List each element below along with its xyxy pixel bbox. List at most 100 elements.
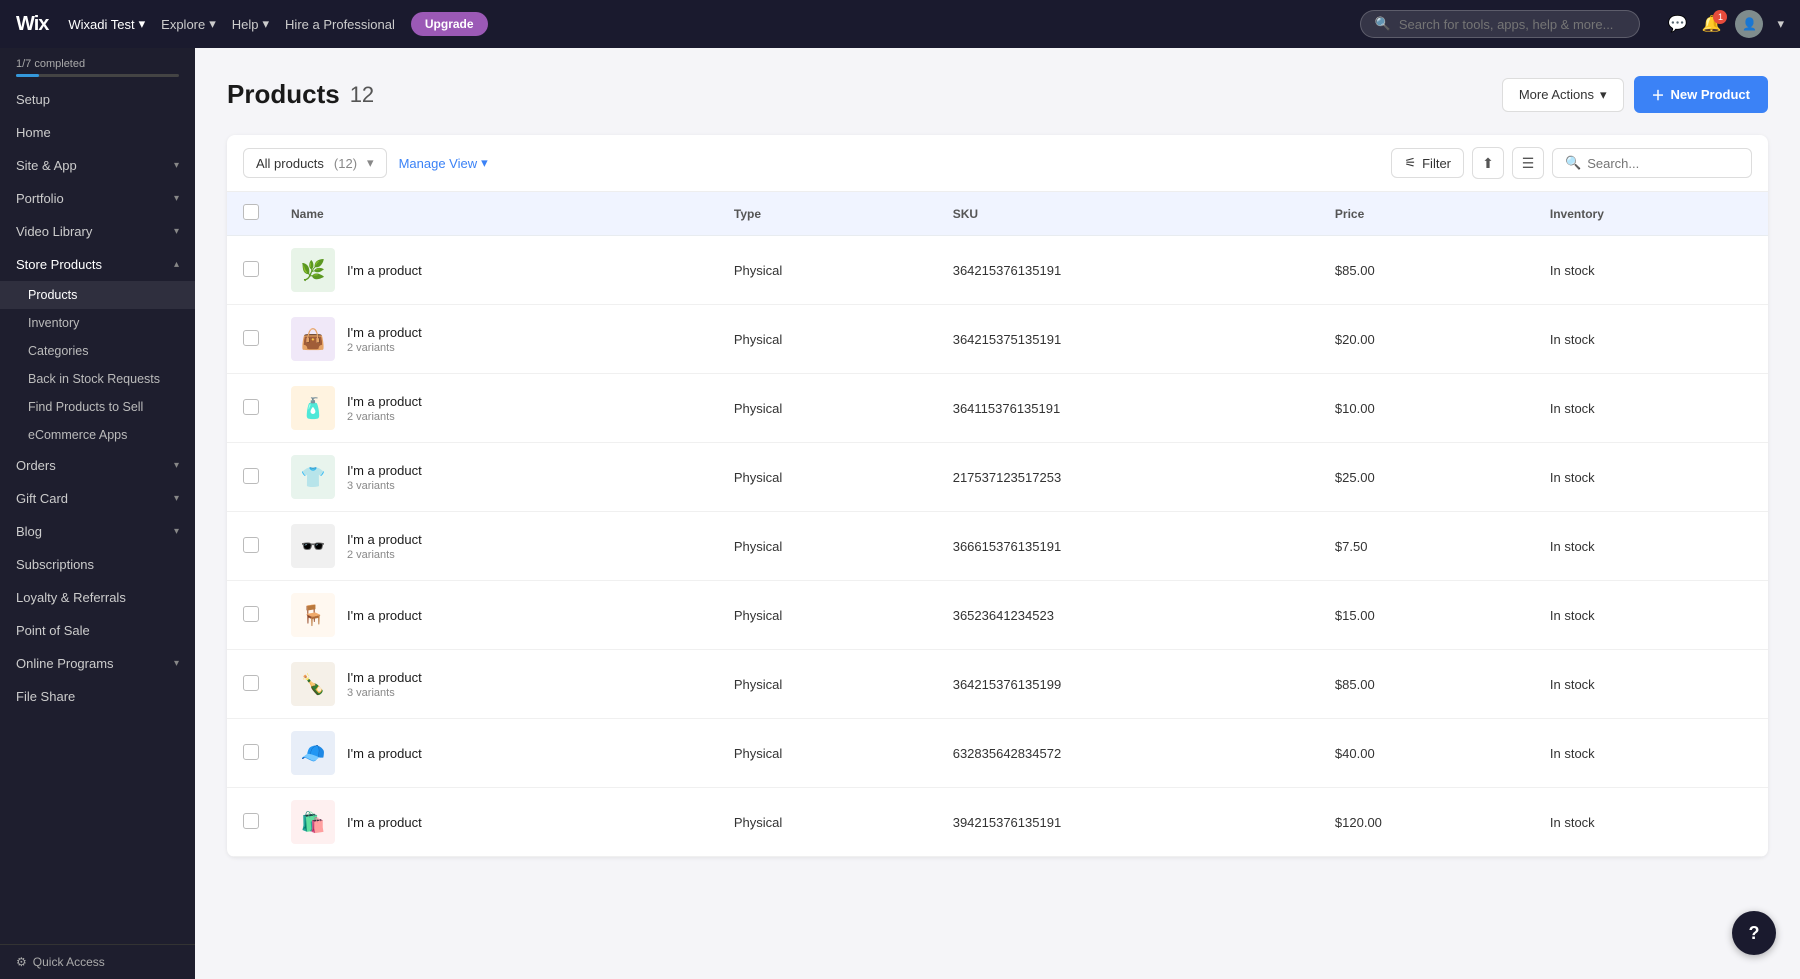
progress-bar-bg xyxy=(16,74,179,77)
sidebar-sub-item-back-in-stock[interactable]: Back in Stock Requests xyxy=(0,365,195,393)
columns-icon: ☰ xyxy=(1522,155,1535,172)
sidebar-item-subscriptions[interactable]: Subscriptions xyxy=(0,548,195,581)
sidebar-sub-item-find-products[interactable]: Find Products to Sell xyxy=(0,393,195,421)
progress-label: 1/7 completed xyxy=(16,58,85,70)
search-icon: 🔍 xyxy=(1565,155,1581,171)
row-inventory-cell: In stock xyxy=(1534,719,1768,788)
table-row[interactable]: 🛍️ I'm a product Physical 39421537613519… xyxy=(227,788,1768,857)
bell-icon-button[interactable]: 🔔 1 xyxy=(1702,14,1722,34)
table-row[interactable]: 👕 I'm a product 3 variants Physical 2175… xyxy=(227,443,1768,512)
chevron-down-icon: ▾ xyxy=(481,155,488,171)
sidebar-item-gift-card[interactable]: Gift Card ▾ xyxy=(0,482,195,515)
select-all-header xyxy=(227,192,275,236)
row-checkbox[interactable] xyxy=(243,675,259,691)
table-row[interactable]: 👜 I'm a product 2 variants Physical 3642… xyxy=(227,305,1768,374)
sidebar-item-online-programs[interactable]: Online Programs ▾ xyxy=(0,647,195,680)
product-image: 🧢 xyxy=(291,731,335,775)
sidebar-item-label: Blog xyxy=(16,524,42,539)
row-checkbox[interactable] xyxy=(243,744,259,760)
global-search-bar: 🔍 xyxy=(1360,10,1640,38)
product-image: 🪑 xyxy=(291,593,335,637)
progress-bar-fill xyxy=(16,74,39,77)
product-name: I'm a product xyxy=(347,263,422,278)
sidebar-item-point-of-sale[interactable]: Point of Sale xyxy=(0,614,195,647)
row-checkbox[interactable] xyxy=(243,537,259,553)
table-row[interactable]: 🌿 I'm a product Physical 364215376135191… xyxy=(227,236,1768,305)
row-price-cell: $85.00 xyxy=(1319,650,1534,719)
row-checkbox-cell xyxy=(227,650,275,719)
page-count-badge: 12 xyxy=(350,82,374,108)
product-cell: 👜 I'm a product 2 variants xyxy=(291,317,702,361)
explore-button[interactable]: Explore ▾ xyxy=(161,16,216,32)
filter-dropdown[interactable]: All products (12) ▾ xyxy=(243,148,387,178)
row-checkbox[interactable] xyxy=(243,813,259,829)
sidebar-item-loyalty-referrals[interactable]: Loyalty & Referrals xyxy=(0,581,195,614)
row-sku-cell: 364215376135191 xyxy=(937,236,1319,305)
table-search-input[interactable] xyxy=(1587,156,1739,171)
sidebar-sub-item-categories[interactable]: Categories xyxy=(0,337,195,365)
sidebar-item-video-library[interactable]: Video Library ▾ xyxy=(0,215,195,248)
help-button[interactable]: Help ▾ xyxy=(232,16,269,32)
explore-label: Explore xyxy=(161,17,205,32)
row-sku-cell: 364215376135199 xyxy=(937,650,1319,719)
row-checkbox-cell xyxy=(227,788,275,857)
row-type-cell: Physical xyxy=(718,719,937,788)
sidebar-item-portfolio[interactable]: Portfolio ▾ xyxy=(0,182,195,215)
table-row[interactable]: 🕶️ I'm a product 2 variants Physical 366… xyxy=(227,512,1768,581)
help-fab-button[interactable]: ? xyxy=(1732,911,1776,955)
table-row[interactable]: 🧢 I'm a product Physical 632835642834572… xyxy=(227,719,1768,788)
table-container: All products (12) ▾ Manage View ▾ ⚟ Filt… xyxy=(227,135,1768,857)
filter-button[interactable]: ⚟ Filter xyxy=(1391,148,1464,178)
row-price-cell: $120.00 xyxy=(1319,788,1534,857)
page-title: Products 12 xyxy=(227,79,374,110)
hire-professional-button[interactable]: Hire a Professional xyxy=(285,17,395,32)
avatar-button[interactable]: 👤 xyxy=(1735,10,1763,38)
table-row[interactable]: 🧴 I'm a product 2 variants Physical 3641… xyxy=(227,374,1768,443)
sidebar-sub-item-ecommerce-apps[interactable]: eCommerce Apps xyxy=(0,421,195,449)
sidebar-item-blog[interactable]: Blog ▾ xyxy=(0,515,195,548)
select-all-checkbox[interactable] xyxy=(243,204,259,220)
site-chevron-icon: ▾ xyxy=(139,16,146,32)
sidebar-item-home[interactable]: Home xyxy=(0,116,195,149)
sidebar-item-store-products[interactable]: Store Products ▴ xyxy=(0,248,195,281)
sidebar-sub-item-products[interactable]: Products xyxy=(0,281,195,309)
row-inventory-cell: In stock xyxy=(1534,374,1768,443)
row-inventory-cell: In stock xyxy=(1534,581,1768,650)
sidebar-item-label: Video Library xyxy=(16,224,92,239)
sidebar-item-orders[interactable]: Orders ▾ xyxy=(0,449,195,482)
row-price-cell: $85.00 xyxy=(1319,236,1534,305)
row-checkbox[interactable] xyxy=(243,606,259,622)
row-checkbox[interactable] xyxy=(243,330,259,346)
product-name: I'm a product xyxy=(347,463,422,478)
row-sku-cell: 394215376135191 xyxy=(937,788,1319,857)
export-button[interactable]: ⬆ xyxy=(1472,147,1504,179)
row-checkbox[interactable] xyxy=(243,261,259,277)
avatar-chevron-icon[interactable]: ▾ xyxy=(1777,16,1784,32)
product-name: I'm a product xyxy=(347,325,422,340)
top-nav: Wix Wixadi Test ▾ Explore ▾ Help ▾ Hire … xyxy=(0,0,1800,48)
new-product-button[interactable]: ＋ New Product xyxy=(1634,76,1768,113)
row-inventory-cell: In stock xyxy=(1534,305,1768,374)
row-checkbox[interactable] xyxy=(243,468,259,484)
sidebar-item-site-app[interactable]: Site & App ▾ xyxy=(0,149,195,182)
more-actions-button[interactable]: More Actions ▾ xyxy=(1502,78,1624,112)
sub-item-label: Find Products to Sell xyxy=(28,400,143,414)
upgrade-button[interactable]: Upgrade xyxy=(411,12,488,36)
sidebar-item-setup[interactable]: Setup xyxy=(0,83,195,116)
global-search-input[interactable] xyxy=(1399,17,1625,32)
page-title-text: Products xyxy=(227,79,340,110)
sidebar-item-file-share[interactable]: File Share xyxy=(0,680,195,713)
row-price-cell: $25.00 xyxy=(1319,443,1534,512)
chevron-down-icon: ▾ xyxy=(1600,87,1607,103)
manage-view-button[interactable]: Manage View ▾ xyxy=(399,155,488,171)
quick-access-button[interactable]: ⚙ Quick Access xyxy=(16,955,105,969)
columns-button[interactable]: ☰ xyxy=(1512,147,1544,179)
table-row[interactable]: 🪑 I'm a product Physical 36523641234523 … xyxy=(227,581,1768,650)
row-type-cell: Physical xyxy=(718,443,937,512)
chat-icon-button[interactable]: 💬 xyxy=(1668,14,1688,34)
site-name-button[interactable]: Wixadi Test ▾ xyxy=(68,16,145,32)
table-row[interactable]: 🍾 I'm a product 3 variants Physical 3642… xyxy=(227,650,1768,719)
row-checkbox[interactable] xyxy=(243,399,259,415)
product-info: I'm a product xyxy=(347,746,422,761)
sidebar-sub-item-inventory[interactable]: Inventory xyxy=(0,309,195,337)
